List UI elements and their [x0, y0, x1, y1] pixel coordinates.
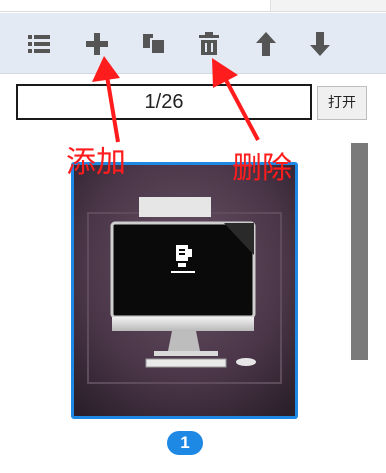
slide-toolbar: [0, 13, 386, 74]
thumbnail-scrollbar[interactable]: [351, 143, 368, 360]
page-number-badge: 1: [167, 431, 203, 455]
trash-icon: [199, 32, 219, 55]
arrow-up-icon: [256, 32, 276, 56]
add-annotation: 添加: [66, 145, 126, 180]
copy-icon: [143, 34, 166, 55]
top-strip: [0, 0, 386, 12]
list-icon: [28, 35, 50, 53]
copy-slide-button[interactable]: [138, 27, 172, 61]
arrow-down-icon: [310, 32, 330, 56]
move-down-button[interactable]: [303, 27, 337, 61]
move-up-button[interactable]: [249, 27, 283, 61]
slide-thumbnail[interactable]: [71, 162, 298, 419]
open-button[interactable]: 打开: [317, 86, 367, 120]
slide-preview-image: [74, 165, 295, 416]
add-slide-button[interactable]: [80, 27, 114, 61]
page-number-input[interactable]: 1/26: [16, 84, 312, 120]
top-divider: [0, 11, 386, 12]
list-button[interactable]: [22, 27, 56, 61]
plus-icon: [86, 33, 108, 55]
top-tab-edge: [270, 0, 386, 11]
delete-slide-button[interactable]: [192, 27, 226, 61]
delete-annotation: 删除: [232, 151, 292, 186]
